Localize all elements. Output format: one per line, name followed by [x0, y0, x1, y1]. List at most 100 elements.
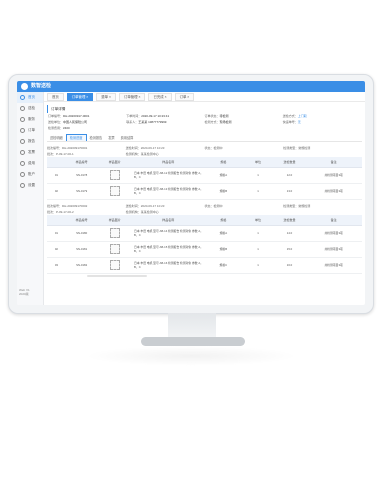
- sidebar-item-settings[interactable]: 设置: [17, 180, 43, 191]
- sidebar-footer: Web V1 2020版: [19, 288, 30, 296]
- sidebar-item-fee[interactable]: 费用: [17, 158, 43, 169]
- col-name: 样品名称: [132, 215, 205, 226]
- cell-remark: 共检测项目3项: [305, 167, 362, 184]
- tab-bar: 首页 订单管理 × 退单 × 订单管理 × 已完成 × 订单 ×: [44, 92, 365, 102]
- batch-code: 批次：P-09-17-00-2: [47, 210, 74, 214]
- cell-name: 日本 丰田 电机 型号 AB-12 检测报告 检测对象 参数 A，B，C: [132, 167, 205, 184]
- col-unit: 单位: [242, 215, 274, 226]
- batch-block: 批次编号：DH-202009170002 送检时间：2020-09-17 10:…: [47, 203, 362, 277]
- horizontal-scrollbar[interactable]: [87, 275, 147, 277]
- batch-no: 批次编号：DH-202009170002: [47, 204, 88, 208]
- subtab-detail[interactable]: 送检明细: [47, 135, 66, 141]
- cell-spec: 规格B: [204, 183, 243, 200]
- cell-name: 日本 丰田 电机 型号 AB-15 检测报告 检测对象 参数 A，B，C: [132, 241, 205, 258]
- table-row[interactable]: 02 SN-0181 日本 丰田 电机 型号 AB-15 检测报告 检测对象 参…: [47, 241, 362, 258]
- subtab-settlement[interactable]: 费用结算: [118, 135, 137, 141]
- order-info-grid: 订单编号：DH-20200917-0001 下单时间：2020-09-17 10…: [44, 113, 365, 131]
- sidebar-item-label: 费用: [28, 161, 35, 165]
- section-title: 订单详情: [47, 105, 365, 113]
- info-label: 检测费用：: [48, 126, 64, 130]
- col-qty: 送检数量: [273, 157, 306, 168]
- tab-order-management-2[interactable]: 订单管理 ×: [118, 92, 146, 101]
- info-delivery: 送检方式：上门取: [283, 114, 361, 118]
- cell-index: 01: [47, 225, 66, 242]
- detail-subtabs: 送检明细 检测进度 检测报告 发票 费用结算: [47, 134, 362, 142]
- tab-completed[interactable]: 已完成 ×: [148, 92, 172, 101]
- cell-remark: 共检测项目3项: [305, 225, 362, 242]
- sidebar-item-label: 首页: [28, 95, 35, 99]
- info-label: 下单时间：: [126, 114, 142, 118]
- subtab-invoice[interactable]: 发票: [105, 135, 117, 141]
- tab-home[interactable]: 首页: [47, 92, 64, 101]
- info-label: 送检方式：: [282, 114, 298, 118]
- sample-image[interactable]: [109, 243, 120, 254]
- cell-index: 02: [47, 183, 66, 200]
- sample-image[interactable]: [109, 259, 120, 270]
- invoice-icon: [20, 150, 25, 155]
- sidebar-item-account[interactable]: 账户: [17, 169, 43, 180]
- col-image: 样品图片: [97, 215, 133, 226]
- batch-time: 送检时间：2020-09-17 10:23: [125, 204, 165, 208]
- col-image: 样品图片: [97, 157, 133, 168]
- account-icon: [20, 172, 25, 177]
- cell-spec: 规格C: [204, 257, 243, 274]
- sample-image[interactable]: [109, 169, 120, 180]
- info-express: 快递单号：无: [283, 120, 361, 124]
- cell-code: SN-0182: [65, 257, 98, 274]
- tab-order-management[interactable]: 订单管理 ×: [66, 92, 94, 101]
- sidebar-item-report[interactable]: 报告: [17, 136, 43, 147]
- table-row[interactable]: 03 SN-0182 日本 丰田 电机 型号 AB-16 检测报告 检测对象 参…: [47, 257, 362, 274]
- table-row[interactable]: 02 SN-0179 日本 丰田 电机 型号 AB-13 检测报告 检测对象 参…: [47, 183, 362, 200]
- sample-image[interactable]: [109, 185, 120, 196]
- service-icon: [20, 117, 25, 122]
- info-value: 2020-09-17 10:23:41: [141, 114, 170, 118]
- info-value: ¥400: [63, 126, 70, 130]
- info-label: 订单状态：: [204, 114, 220, 118]
- sidebar: 首页 送检 服务 订单 报告 发票 费用 账户 设置 Web V1 2020版: [17, 92, 44, 305]
- gear-icon: [20, 183, 25, 188]
- main-content: 首页 订单管理 × 退单 × 订单管理 × 已完成 × 订单 × 订单详情 订单…: [44, 92, 365, 305]
- tab-order[interactable]: 订单 ×: [174, 92, 195, 101]
- sidebar-item-service[interactable]: 服务: [17, 114, 43, 125]
- report-icon: [20, 139, 25, 144]
- table-row[interactable]: 01 SN-0178 日本 丰田 电机 型号 AB-12 检测报告 检测对象 参…: [47, 167, 362, 184]
- col-spec: 规格: [204, 215, 243, 226]
- sidebar-item-label: 报告: [28, 139, 35, 143]
- sidebar-item-submit[interactable]: 送检: [17, 103, 43, 114]
- batch-block: 批次编号：DH-202009170001 送检时间：2020-09-17 10:…: [47, 145, 362, 200]
- info-value: 现场检测: [219, 120, 232, 124]
- info-value[interactable]: 无: [298, 120, 301, 124]
- fee-icon: [20, 161, 25, 166]
- tab-refund[interactable]: 退单 ×: [96, 92, 116, 101]
- table-row[interactable]: 01 SN-0180 日本 丰田 电机 型号 AB-14 检测报告 检测对象 参…: [47, 225, 362, 242]
- sidebar-item-label: 订单: [28, 128, 35, 132]
- batch-status: 状态：检测中: [204, 204, 223, 208]
- cell-code: SN-0181: [65, 241, 98, 258]
- info-method: 检测方式：现场检测: [205, 120, 283, 124]
- cell-index: 03: [47, 257, 66, 274]
- subtab-report[interactable]: 检测报告: [87, 135, 106, 141]
- cell-code: SN-0179: [65, 183, 98, 200]
- monitor-stand-base: [141, 337, 245, 346]
- home-icon: [20, 95, 25, 100]
- cell-remark: 共检测项目3项: [305, 241, 362, 258]
- info-label: 快递单号：: [282, 120, 298, 124]
- sidebar-item-label: 设置: [28, 183, 35, 187]
- app-title: 数智送检: [31, 83, 52, 89]
- app-screen: 数智送检 首页 送检 服务 订单 报告 发票 费用 账户 设置 Web V1 2…: [17, 81, 365, 305]
- sidebar-item-invoice[interactable]: 发票: [17, 147, 43, 158]
- sample-image[interactable]: [109, 227, 120, 238]
- col-unit: 单位: [242, 157, 274, 168]
- subtab-progress[interactable]: 检测进度: [65, 134, 87, 141]
- batch-code: 批次：P-09-17-00-1: [47, 152, 74, 156]
- sidebar-item-orders[interactable]: 订单: [17, 125, 43, 136]
- cell-code: SN-0178: [65, 167, 98, 184]
- sample-table: 样品编号 样品图片 样品名称 规格 单位 送检数量 备注 01 SN-0178 …: [47, 157, 362, 200]
- info-value[interactable]: 上门取: [298, 114, 307, 118]
- sidebar-item-home[interactable]: 首页: [17, 92, 43, 103]
- cell-name: 日本 丰田 电机 型号 AB-16 检测报告 检测对象 参数 A，B，C: [132, 257, 205, 274]
- col-code: 样品编号: [65, 215, 98, 226]
- cell-qty: 1: [242, 167, 274, 184]
- cell-spec: 规格A: [204, 225, 243, 242]
- col-spec: 规格: [204, 157, 243, 168]
